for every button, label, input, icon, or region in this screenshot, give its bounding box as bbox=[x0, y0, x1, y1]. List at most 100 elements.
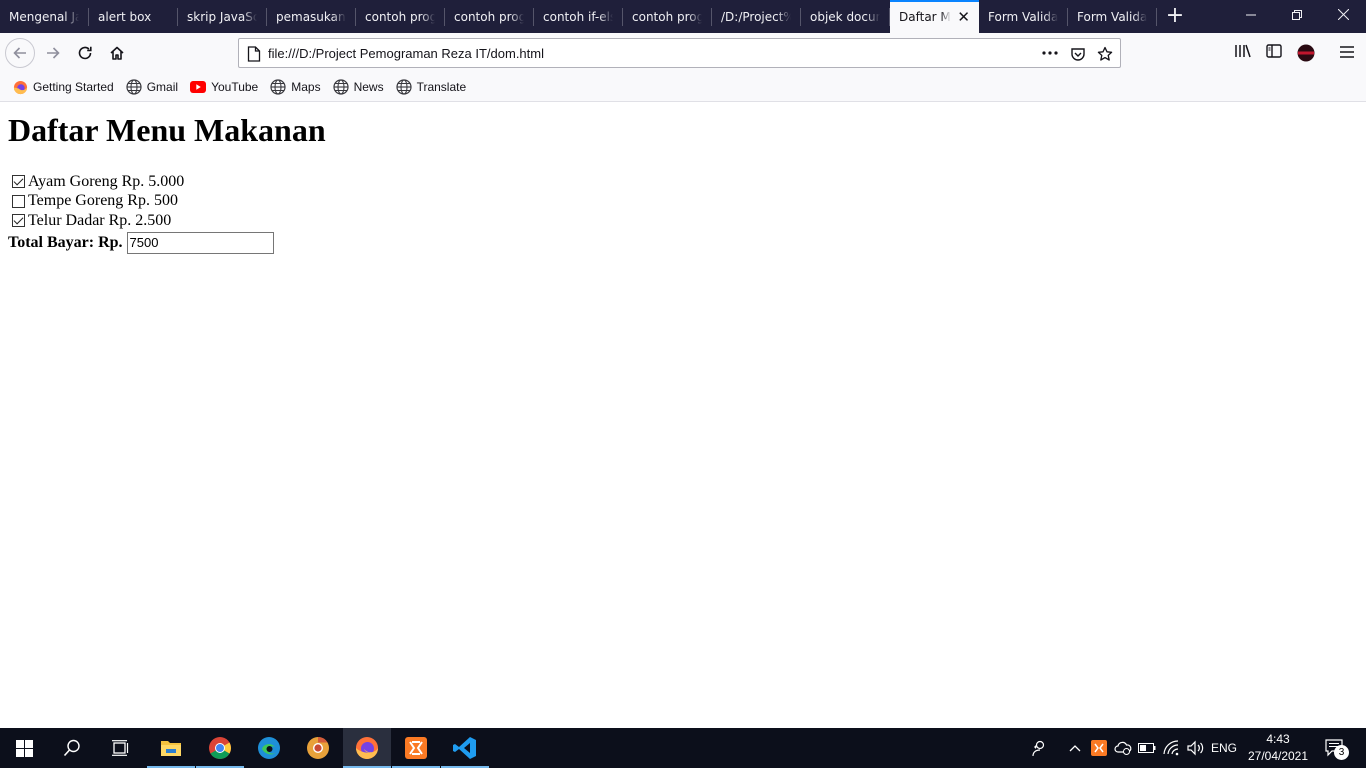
home-icon bbox=[110, 46, 124, 60]
menu-item-label: Tempe Goreng Rp. 500 bbox=[28, 192, 178, 210]
globe-icon bbox=[270, 79, 286, 95]
action-center-button[interactable]: 3 bbox=[1318, 728, 1352, 768]
cloud-sync-icon[interactable] bbox=[1113, 728, 1133, 768]
tab[interactable]: contoh program bbox=[356, 0, 445, 33]
chrome-canary-icon bbox=[307, 737, 329, 759]
tab[interactable]: contoh program bbox=[623, 0, 712, 33]
start-button[interactable] bbox=[0, 728, 48, 768]
tab-label: Mengenal JavaScript bbox=[9, 10, 79, 24]
tab[interactable]: Form Validasi bbox=[1068, 0, 1157, 33]
vscode-icon bbox=[453, 737, 476, 759]
tab-label: contoh program bbox=[454, 10, 524, 24]
clock[interactable]: 4:43 27/04/2021 bbox=[1240, 731, 1316, 765]
tab[interactable]: Mengenal JavaScript bbox=[0, 0, 89, 33]
new-tab-button[interactable]: + bbox=[1159, 0, 1191, 33]
tab[interactable]: pemasukan data bbox=[267, 0, 356, 33]
window-controls bbox=[1228, 0, 1366, 33]
search-button[interactable] bbox=[48, 728, 96, 768]
menu-item-checkbox[interactable] bbox=[12, 214, 25, 228]
windows-taskbar: ENG 4:43 27/04/2021 3 bbox=[0, 728, 1366, 768]
account-avatar-icon[interactable] bbox=[1297, 44, 1315, 62]
bookmark-translate[interactable]: Translate bbox=[395, 79, 467, 95]
firefox-icon bbox=[356, 737, 378, 759]
globe-icon bbox=[126, 79, 142, 95]
taskbar-chrome[interactable] bbox=[196, 728, 244, 768]
restore-icon bbox=[1292, 10, 1302, 20]
task-view-button[interactable] bbox=[96, 728, 144, 768]
pocket-icon[interactable] bbox=[1070, 46, 1086, 62]
bookmark-star-icon[interactable] bbox=[1097, 46, 1113, 62]
library-icon[interactable] bbox=[1234, 43, 1252, 59]
wifi-icon[interactable] bbox=[1161, 728, 1183, 768]
page-content: Daftar Menu Makanan Ayam Goreng Rp. 5.00… bbox=[0, 102, 1366, 728]
back-button[interactable] bbox=[5, 38, 35, 68]
tab[interactable]: alert box bbox=[89, 0, 178, 33]
firefox-icon bbox=[12, 79, 28, 95]
reload-button[interactable] bbox=[70, 38, 100, 68]
clock-date: 27/04/2021 bbox=[1247, 749, 1309, 763]
navigation-toolbar: file:///D:/Project Pemograman Reza IT/do… bbox=[0, 33, 1366, 73]
close-tab-icon[interactable]: ✕ bbox=[957, 2, 970, 33]
taskbar-edge[interactable] bbox=[245, 728, 293, 768]
battery-icon[interactable] bbox=[1137, 728, 1157, 768]
menu-item-checkbox[interactable] bbox=[12, 194, 25, 208]
people-icon[interactable] bbox=[1025, 728, 1053, 768]
bookmarks-toolbar: Getting Started Gmail YouTube Maps News … bbox=[0, 73, 1366, 102]
close-icon bbox=[1337, 8, 1349, 21]
xampp-tray-icon[interactable] bbox=[1089, 728, 1109, 768]
globe-icon bbox=[395, 79, 412, 95]
address-bar[interactable]: file:///D:/Project Pemograman Reza IT/do… bbox=[238, 38, 1121, 68]
arrow-right-icon bbox=[47, 47, 60, 59]
more-actions-icon[interactable] bbox=[1042, 51, 1058, 55]
tab-label: /D:/Project%20 bbox=[721, 10, 791, 24]
hamburger-menu-icon[interactable] bbox=[1339, 45, 1355, 59]
bookmark-label: Translate bbox=[416, 80, 467, 94]
taskbar-vscode[interactable] bbox=[441, 728, 489, 768]
volume-icon[interactable] bbox=[1185, 728, 1207, 768]
taskbar-file-explorer[interactable] bbox=[147, 728, 195, 768]
bookmark-getting-started[interactable]: Getting Started bbox=[12, 79, 114, 95]
taskbar-firefox[interactable] bbox=[343, 728, 391, 768]
tab[interactable]: /D:/Project%20 bbox=[712, 0, 801, 33]
tab-label: objek document bbox=[810, 10, 880, 24]
bookmark-label: YouTube bbox=[211, 80, 259, 94]
tab-active[interactable]: Daftar Menu ✕ bbox=[890, 0, 979, 33]
restore-button[interactable] bbox=[1274, 0, 1320, 33]
reload-icon bbox=[78, 46, 92, 60]
language-indicator[interactable]: ENG bbox=[1208, 728, 1240, 768]
clock-time: 4:43 bbox=[1266, 732, 1290, 746]
bookmark-label: Maps bbox=[291, 80, 321, 94]
start-icon bbox=[15, 739, 33, 757]
bookmark-gmail[interactable]: Gmail bbox=[126, 79, 178, 95]
taskbar-chrome-canary[interactable] bbox=[294, 728, 342, 768]
menu-item-checkbox[interactable] bbox=[12, 175, 25, 189]
menu-item-label: Ayam Goreng Rp. 5.000 bbox=[28, 172, 185, 190]
tab-label: Daftar Menu bbox=[899, 10, 951, 24]
tab[interactable]: contoh if-else bbox=[534, 0, 623, 33]
menu-item-label: Telur Dadar Rp. 2.500 bbox=[28, 211, 172, 229]
tab[interactable]: objek document bbox=[801, 0, 890, 33]
url-text[interactable]: file:///D:/Project Pemograman Reza IT/do… bbox=[268, 39, 544, 68]
chrome-icon bbox=[209, 737, 231, 759]
tab-label: Form Validasi bbox=[1077, 10, 1147, 24]
tab-label: skrip JavaScript bbox=[187, 10, 257, 24]
tab[interactable]: Form Validasi bbox=[979, 0, 1068, 33]
total-input[interactable] bbox=[126, 231, 274, 254]
taskbar-xampp[interactable] bbox=[392, 728, 440, 768]
tab[interactable]: contoh program bbox=[445, 0, 534, 33]
forward-button[interactable] bbox=[38, 38, 68, 68]
minimize-button[interactable] bbox=[1228, 0, 1274, 33]
chevron-up-icon[interactable] bbox=[1065, 728, 1085, 768]
page-title: Daftar Menu Makanan bbox=[8, 112, 326, 148]
arrow-left-icon bbox=[13, 47, 26, 59]
home-button[interactable] bbox=[102, 38, 132, 68]
tab-label: contoh if-else bbox=[543, 10, 613, 24]
bookmark-news[interactable]: News bbox=[332, 79, 384, 95]
tab[interactable]: skrip JavaScript bbox=[178, 0, 267, 33]
task-view-icon bbox=[112, 740, 129, 756]
sidebar-icon[interactable] bbox=[1266, 43, 1282, 59]
total-label: Total Bayar: Rp. bbox=[8, 233, 123, 251]
bookmark-youtube[interactable]: YouTube bbox=[190, 79, 258, 95]
bookmark-maps[interactable]: Maps bbox=[270, 79, 321, 95]
close-window-button[interactable] bbox=[1320, 0, 1366, 33]
